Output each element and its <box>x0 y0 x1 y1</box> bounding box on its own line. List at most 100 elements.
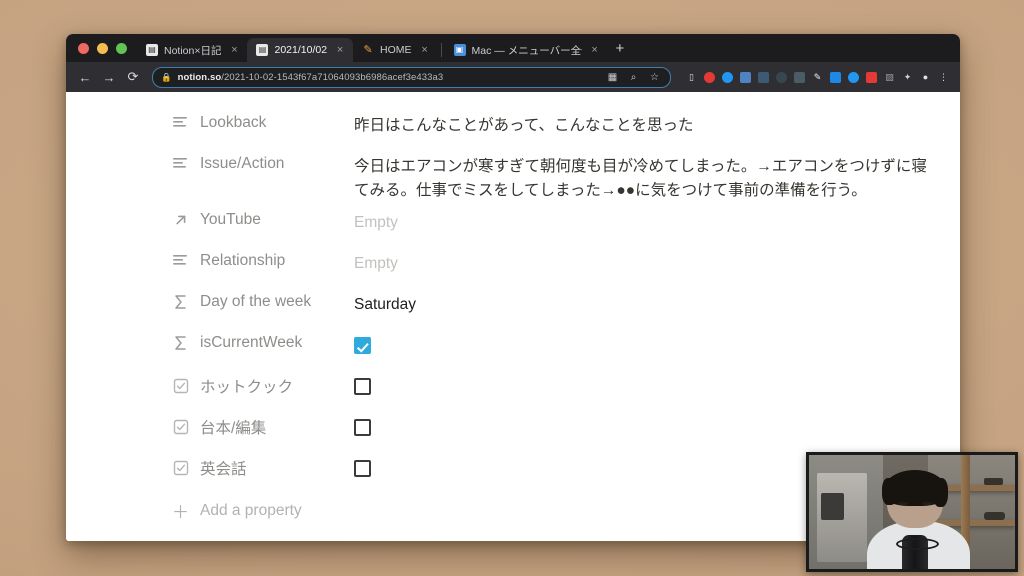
extension-toolbar: ▯ ✎ ▨ ✦ ● ⋮ <box>679 69 952 86</box>
browser-toolbar: ← → ⟳ 🔒 notion.so/2021-10-02-1543f67a710… <box>66 62 960 92</box>
red-gear-icon[interactable] <box>701 69 718 86</box>
property-row-script-edit[interactable]: 台本/編集 <box>172 408 960 449</box>
property-value-relationship[interactable]: Empty <box>354 244 932 276</box>
property-label-text: YouTube <box>200 211 261 229</box>
property-row-day-of-the-week[interactable]: Day of the week Saturday <box>172 285 960 326</box>
property-label-text: 台本/編集 <box>200 420 267 438</box>
url-domain: notion.so <box>177 71 222 83</box>
webcam-video-overlay[interactable] <box>806 452 1018 572</box>
camera-icon[interactable] <box>791 69 808 86</box>
window-traffic-lights <box>74 43 137 62</box>
property-row-relationship[interactable]: Relationship Empty <box>172 244 960 285</box>
tab-mac-menubar[interactable]: ▣ Mac — メニューバー全体を隠す方 × <box>445 38 608 62</box>
document-icon: ▤ <box>256 44 269 56</box>
tab-separator <box>440 43 442 57</box>
property-value-hotcook[interactable] <box>354 367 932 399</box>
zoom-window-button[interactable] <box>116 43 127 54</box>
add-property-label: Add a property <box>200 501 302 519</box>
close-tab-button[interactable]: × <box>588 43 602 57</box>
property-value-lookback[interactable]: 昨日はこんなことがあって、こんなことを思った <box>354 106 932 138</box>
sigma-icon <box>172 294 189 310</box>
property-label-text: ホットクック <box>200 379 294 397</box>
property-label-text: 英会話 <box>200 461 247 479</box>
property-label-text: Day of the week <box>200 293 312 311</box>
tab-label: Mac — メニューバー全体を隠す方 <box>471 44 582 57</box>
search-icon[interactable]: ⌕ <box>626 70 641 85</box>
checkbox-script-edit[interactable] <box>354 419 371 437</box>
checkbox-hotcook[interactable] <box>354 378 371 396</box>
address-bar[interactable]: 🔒 notion.so/2021-10-02-1543f67a71064093b… <box>152 66 671 88</box>
tab-label: 2021/10/02 <box>274 44 328 56</box>
property-label[interactable]: Relationship <box>172 244 354 270</box>
picture-icon[interactable]: ▨ <box>881 69 898 86</box>
pen-icon[interactable]: ✎ <box>809 69 826 86</box>
document-icon: ▤ <box>146 44 158 56</box>
close-tab-button[interactable]: × <box>333 43 347 57</box>
property-value-day-of-the-week[interactable]: Saturday <box>354 285 932 317</box>
arrow-up-right-icon <box>172 212 189 228</box>
webcam-scene <box>809 455 1015 569</box>
property-value-issue-action[interactable]: 今日はエアコンが寒すぎて朝何度も目が冷めてしまった。→エアコンをつけずに寝てみる… <box>354 147 932 203</box>
property-label[interactable]: Issue/Action <box>172 147 354 173</box>
clip-icon[interactable] <box>827 69 844 86</box>
property-label-text: Lookback <box>200 114 267 131</box>
property-label[interactable]: 台本/編集 <box>172 408 354 438</box>
close-window-button[interactable] <box>78 43 89 54</box>
tab-home[interactable]: ✎ HOME × <box>353 38 438 62</box>
property-value-script-edit[interactable] <box>354 408 932 440</box>
qr-code-icon[interactable]: ▦ <box>605 70 620 85</box>
shelf-item-upper <box>984 477 1003 485</box>
property-label[interactable]: isCurrentWeek <box>172 326 354 352</box>
puzzle-icon[interactable]: ✦ <box>899 69 916 86</box>
checkbox-icon <box>172 460 189 476</box>
tab-notion-diary[interactable]: ▤ Notion×日記 × <box>137 38 247 62</box>
browser-tab-strip: ▤ Notion×日記 × ▤ 2021/10/02 × ✎ HOME × ▣ … <box>66 34 960 62</box>
url-text: notion.so/2021-10-02-1543f67a71064093b69… <box>178 72 444 83</box>
text-lines-icon <box>172 157 189 171</box>
tab-label: HOME <box>380 44 412 56</box>
property-label[interactable]: 英会話 <box>172 449 354 479</box>
kebab-menu-icon[interactable]: ⋮ <box>935 69 952 86</box>
sidebar-panel-icon[interactable]: ▯ <box>683 69 700 86</box>
microphone-shock-mount <box>895 537 939 550</box>
text-lines-icon <box>172 254 189 268</box>
tab-label: Notion×日記 <box>164 44 222 57</box>
close-tab-button[interactable]: × <box>418 43 432 57</box>
clock-icon[interactable] <box>845 69 862 86</box>
property-row-issue-action[interactable]: Issue/Action 今日はエアコンが寒すぎて朝何度も目が冷めてしまった。→… <box>172 147 960 203</box>
record-icon[interactable] <box>863 69 880 86</box>
pencil-icon: ✎ <box>363 43 373 56</box>
text-lines-icon <box>172 116 189 130</box>
tab-2021-10-02[interactable]: ▤ 2021/10/02 × <box>247 38 354 62</box>
chat-icon[interactable] <box>773 69 790 86</box>
send-icon[interactable] <box>755 69 772 86</box>
bookmark-star-icon[interactable]: ☆ <box>647 70 662 85</box>
property-label[interactable]: Day of the week <box>172 285 354 311</box>
photo-icon[interactable] <box>737 69 754 86</box>
property-row-lookback[interactable]: Lookback 昨日はこんなことがあって、こんなことを思った <box>172 106 960 147</box>
property-value-iscurrentweek[interactable] <box>354 326 932 358</box>
property-row-iscurrentweek[interactable]: isCurrentWeek <box>172 326 960 367</box>
property-label[interactable]: ホットクック <box>172 367 354 397</box>
property-label[interactable]: YouTube <box>172 203 354 229</box>
image-icon: ▣ <box>453 44 466 56</box>
new-tab-button[interactable]: + <box>608 41 633 62</box>
checkbox-iscurrentweek[interactable] <box>354 337 371 355</box>
forward-button[interactable]: → <box>98 66 120 88</box>
reload-button[interactable]: ⟳ <box>122 66 144 88</box>
back-button[interactable]: ← <box>74 66 96 88</box>
checkbox-icon <box>172 419 189 435</box>
checkbox-english-conversation[interactable] <box>354 460 371 478</box>
person-hair-left <box>882 477 897 506</box>
property-value-youtube[interactable]: Empty <box>354 203 932 235</box>
property-label[interactable]: Lookback <box>172 106 354 132</box>
property-row-hotcook[interactable]: ホットクック <box>172 367 960 408</box>
lock-icon: 🔒 <box>161 71 172 82</box>
property-row-youtube[interactable]: YouTube Empty <box>172 203 960 244</box>
minimize-window-button[interactable] <box>97 43 108 54</box>
person-hair-right <box>932 477 949 508</box>
blue-pie-icon[interactable] <box>719 69 736 86</box>
profile-icon[interactable]: ● <box>917 69 934 86</box>
close-tab-button[interactable]: × <box>227 43 241 57</box>
property-label-text: isCurrentWeek <box>200 334 303 352</box>
